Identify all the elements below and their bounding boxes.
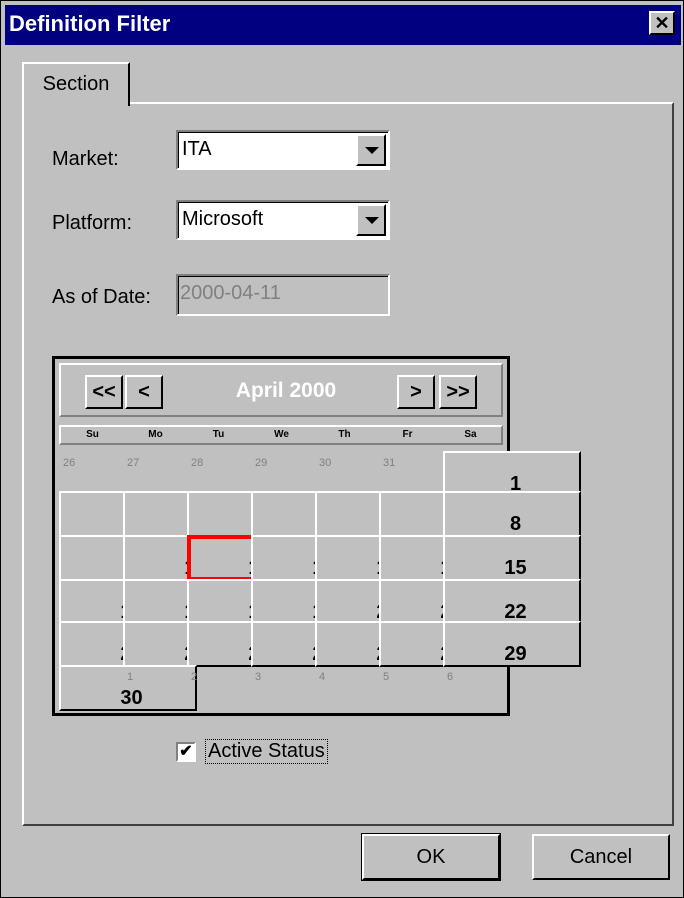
- close-button[interactable]: ✕: [649, 11, 675, 35]
- dialog-title: Definition Filter: [9, 11, 171, 36]
- section-panel: [22, 102, 674, 826]
- title-bar: Definition Filter ✕: [5, 5, 681, 45]
- ok-button[interactable]: OK: [361, 833, 501, 881]
- tab-section[interactable]: Section: [22, 62, 130, 106]
- cancel-button[interactable]: Cancel: [532, 834, 670, 880]
